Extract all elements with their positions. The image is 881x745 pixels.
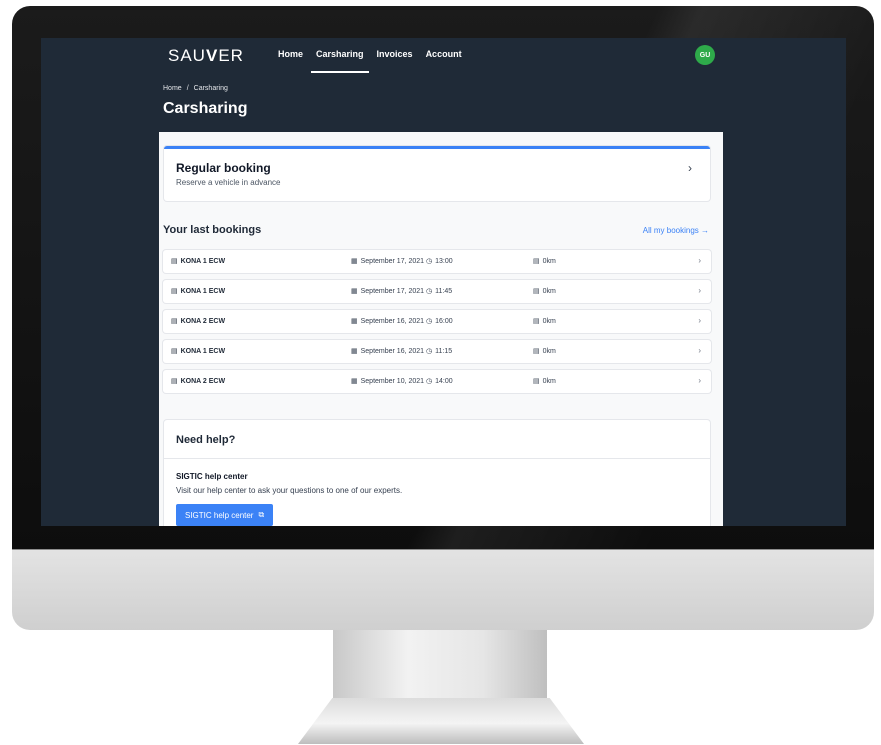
- breadcrumb: Home / Carsharing: [163, 85, 228, 92]
- booking-row[interactable]: ▤ KONA 2 ECW ▦ September 10, 2021 ◷ 14:00 ▤…: [163, 370, 711, 393]
- booking-time: 13:00: [435, 258, 453, 265]
- odometer-icon: ▤: [533, 378, 540, 385]
- help-center-button-label: SIGTIC help center: [185, 510, 254, 520]
- booking-row[interactable]: ▤ KONA 1 ECW ▦ September 16, 2021 ◷ 11:15 ▤…: [163, 340, 711, 363]
- odometer-icon: ▤: [533, 258, 540, 265]
- car-icon: ▤: [171, 318, 178, 325]
- booking-distance: 0km: [542, 378, 556, 385]
- booking-car: KONA 2 ECW: [180, 378, 226, 385]
- clock-icon: ◷: [426, 348, 433, 355]
- odometer-icon: ▤: [533, 318, 540, 325]
- help-center-button[interactable]: SIGTIC help center ⧉: [176, 504, 274, 526]
- booking-card-title: Regular booking: [176, 161, 271, 175]
- user-avatar[interactable]: GU: [695, 45, 715, 65]
- help-card: Need help? SIGTIC help center Visit our …: [164, 420, 710, 526]
- odometer-icon: ▤: [533, 288, 540, 295]
- top-nav: Home Carsharing Invoices Account: [278, 49, 462, 73]
- booking-car: KONA 2 ECW: [180, 318, 226, 325]
- car-icon: ▤: [171, 288, 178, 295]
- chevron-right-icon: ›: [698, 286, 701, 295]
- odometer-icon: ▤: [533, 348, 540, 355]
- booking-row[interactable]: ▤ KONA 1 ECW ▦ September 17, 2021 ◷ 13:00 ▤…: [163, 250, 711, 273]
- booking-card-subtitle: Reserve a vehicle in advance: [176, 178, 281, 187]
- calendar-icon: ▦: [351, 348, 358, 355]
- monitor-stand-foot: [298, 698, 584, 744]
- booking-distance: 0km: [542, 348, 556, 355]
- booking-time: 16:00: [435, 318, 453, 325]
- clock-icon: ◷: [426, 288, 433, 295]
- app-logo[interactable]: SAUVER: [168, 46, 244, 66]
- booking-time: 11:45: [435, 288, 453, 295]
- nav-home[interactable]: Home: [278, 49, 303, 65]
- booking-date: September 16, 2021: [360, 318, 425, 325]
- booking-date: September 17, 2021: [360, 288, 425, 295]
- car-icon: ▤: [171, 348, 178, 355]
- booking-row[interactable]: ▤ KONA 1 ECW ▦ September 17, 2021 ◷ 11:45 ▤…: [163, 280, 711, 303]
- booking-date: September 10, 2021: [360, 378, 425, 385]
- clock-icon: ◷: [426, 318, 433, 325]
- external-link-icon: ⧉: [258, 510, 265, 519]
- booking-car: KONA 1 ECW: [180, 348, 226, 355]
- calendar-icon: ▦: [351, 288, 358, 295]
- chevron-right-icon: ›: [698, 316, 701, 325]
- breadcrumb-current: Carsharing: [193, 85, 228, 92]
- chevron-right-icon: ›: [698, 376, 701, 385]
- booking-row[interactable]: ▤ KONA 2 ECW ▦ September 16, 2021 ◷ 16:00 ▤…: [163, 310, 711, 333]
- help-divider: [164, 458, 710, 459]
- calendar-icon: ▦: [351, 318, 358, 325]
- monitor-chin: [12, 550, 874, 630]
- chevron-right-icon: ›: [698, 256, 701, 265]
- chevron-right-icon: ›: [688, 161, 692, 175]
- breadcrumb-separator: /: [186, 85, 189, 92]
- booking-date: September 17, 2021: [360, 258, 425, 265]
- logo-suffix: ER: [218, 46, 244, 65]
- regular-booking-card[interactable]: Regular booking Reserve a vehicle in adv…: [164, 146, 710, 201]
- booking-car: KONA 1 ECW: [180, 288, 226, 295]
- chevron-right-icon: ›: [698, 346, 701, 355]
- booking-distance: 0km: [542, 318, 556, 325]
- calendar-icon: ▦: [351, 258, 358, 265]
- booking-distance: 0km: [542, 258, 556, 265]
- page-title: Carsharing: [163, 100, 248, 117]
- clock-icon: ◷: [426, 378, 433, 385]
- nav-account[interactable]: Account: [426, 49, 462, 65]
- car-icon: ▤: [171, 378, 178, 385]
- clock-icon: ◷: [426, 258, 433, 265]
- nav-invoices[interactable]: Invoices: [377, 49, 413, 65]
- logo-prefix: SAU: [168, 46, 206, 65]
- booking-distance: 0km: [542, 288, 556, 295]
- bookings-list: ▤ KONA 1 ECW ▦ September 17, 2021 ◷ 13:00 ▤…: [163, 250, 711, 400]
- nav-carsharing[interactable]: Carsharing: [311, 49, 369, 73]
- all-bookings-link[interactable]: All my bookings →: [643, 226, 709, 235]
- help-subtitle: SIGTIC help center: [176, 472, 248, 481]
- breadcrumb-home[interactable]: Home: [163, 85, 182, 92]
- booking-time: 14:00: [435, 378, 453, 385]
- app-screen: SAUVER Home Carsharing Invoices Account …: [41, 38, 846, 526]
- booking-time: 11:15: [435, 348, 453, 355]
- content-panel: Regular booking Reserve a vehicle in adv…: [159, 132, 723, 526]
- booking-date: September 16, 2021: [360, 348, 425, 355]
- booking-car: KONA 1 ECW: [180, 258, 226, 265]
- calendar-icon: ▦: [351, 378, 358, 385]
- logo-bold: V: [205, 46, 219, 65]
- help-title: Need help?: [176, 434, 236, 446]
- car-icon: ▤: [171, 258, 178, 265]
- help-text: Visit our help center to ask your questi…: [176, 486, 403, 495]
- last-bookings-title: Your last bookings: [163, 224, 262, 236]
